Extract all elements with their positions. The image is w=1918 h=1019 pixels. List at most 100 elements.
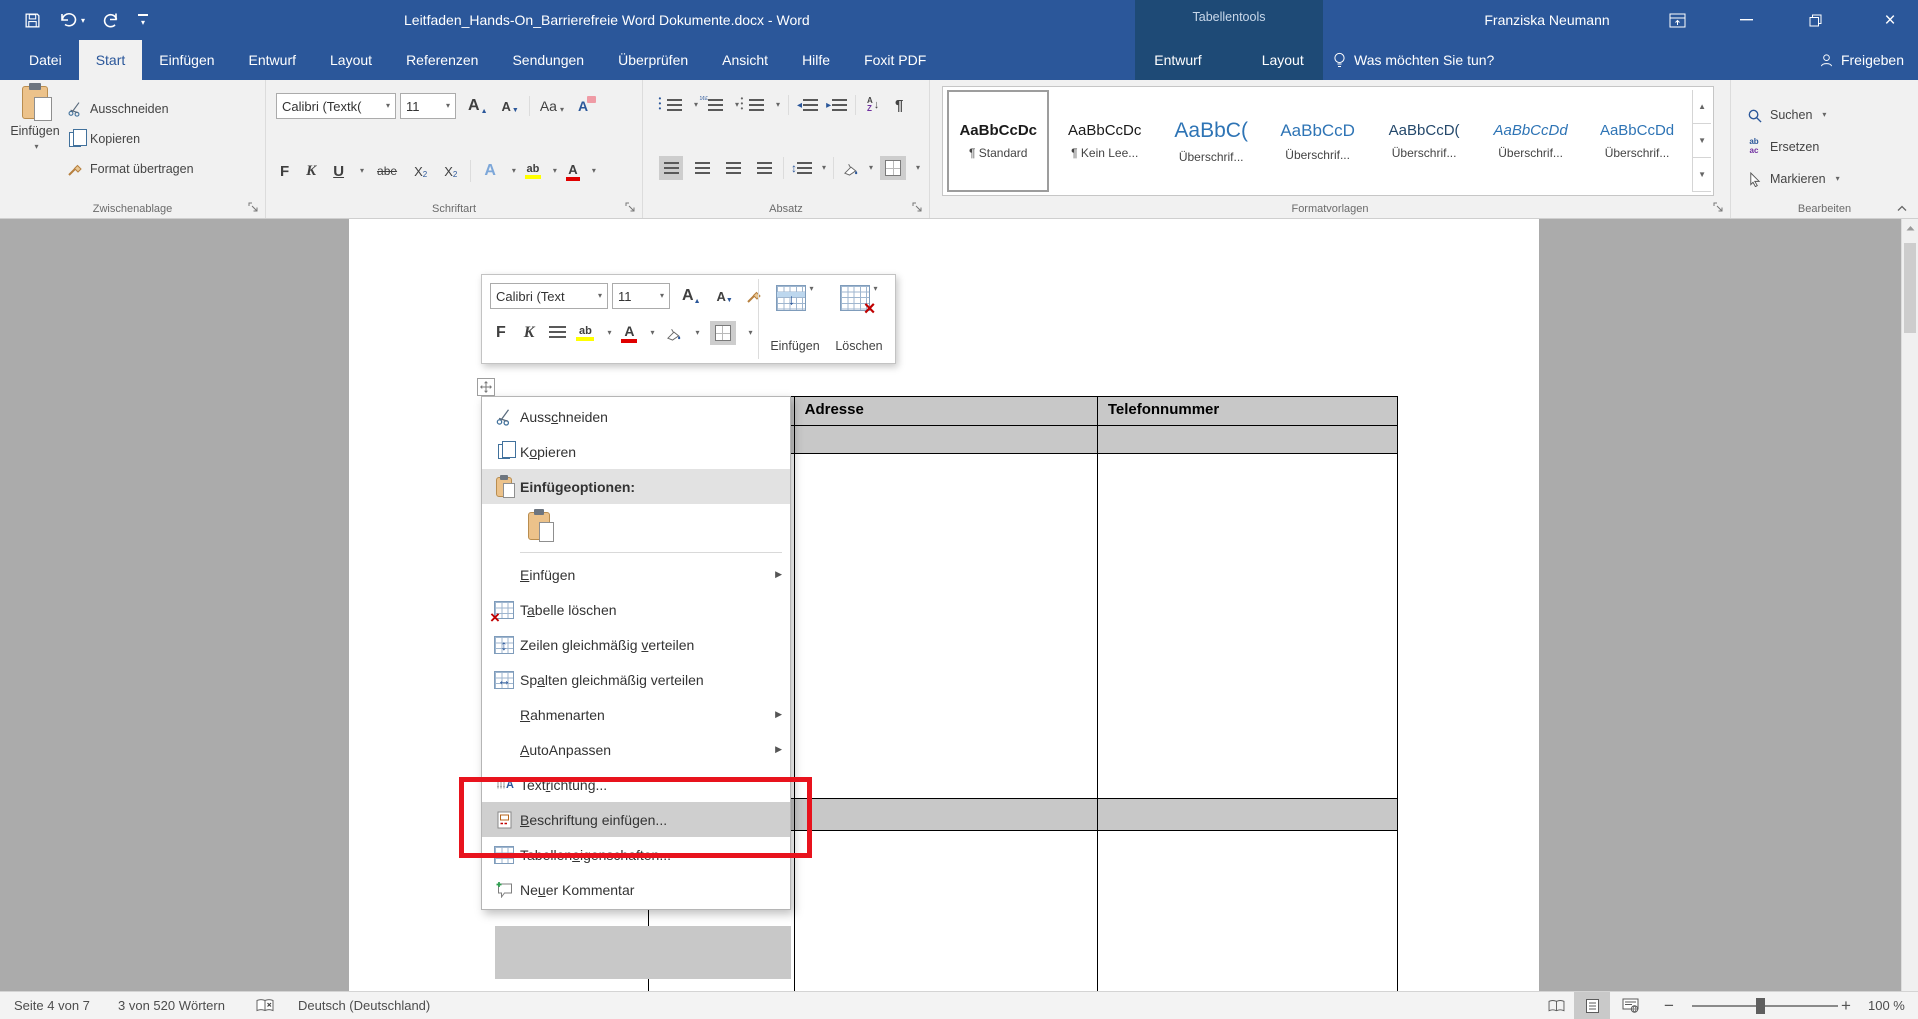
tab-tabellentools-layout[interactable]: Layout [1245,52,1321,68]
print-layout-button[interactable] [1574,992,1610,1019]
line-spacing-button[interactable]: ↕ [791,159,812,177]
menu-item-ausschneiden[interactable]: Ausschneiden [482,399,790,434]
table-cell[interactable] [795,831,1098,991]
zwischenablage-dialog-launcher[interactable] [247,201,260,214]
format-painter-button[interactable]: Format übertragen [66,160,194,178]
highlight-color-button[interactable]: ab [525,163,541,179]
style-ueberschrift-3[interactable]: AaBbCcD( Überschrif... [1373,90,1475,192]
mini-bold-button[interactable]: F [492,322,510,344]
style-ueberschrift-1[interactable]: AaBbC( Überschrif... [1160,90,1262,192]
menu-item-textrichtung[interactable]: A Textrichtung... [482,767,790,802]
table-cell[interactable] [1098,799,1397,831]
ribbon-display-options-button[interactable] [1655,0,1699,40]
copy-button[interactable]: Kopieren [66,130,194,148]
menu-item-tabelleneigenschaften[interactable]: Tabelleneigenschaften... [482,837,790,872]
tab-ueberpruefen[interactable]: Überprüfen [601,40,705,80]
zoom-in-button[interactable]: + [1841,992,1851,1019]
customize-qat-button[interactable]: ▾ [138,14,148,27]
schriftart-dialog-launcher[interactable] [624,201,637,214]
share-button[interactable]: Freigeben [1819,40,1904,80]
undo-dropdown-icon[interactable]: ▾ [81,16,85,25]
align-right-button[interactable] [721,156,745,180]
select-button[interactable]: Markieren▾ [1745,170,1840,188]
menu-item-zeilen-verteilen[interactable]: ↕ Zeilen gleichmäßig verteilen [482,627,790,662]
clear-formatting-button[interactable]: A [574,96,592,116]
menu-item-rahmenarten[interactable]: Rahmenarten ▶ [482,697,790,732]
undo-button[interactable]: ▾ [59,12,85,28]
zoom-out-button[interactable]: − [1664,992,1674,1019]
mini-shrink-font-button[interactable]: A▼ [713,287,737,306]
increase-indent-icon[interactable]: ▸ [826,96,847,114]
style-kein-leerraum[interactable]: AaBbCcDc ¶ Kein Lee... [1053,90,1155,192]
tab-foxit-pdf[interactable]: Foxit PDF [847,40,943,80]
table-cell[interactable] [795,799,1098,831]
align-left-button[interactable] [659,156,683,180]
tab-ansicht[interactable]: Ansicht [705,40,785,80]
zoom-level[interactable]: 100 % [1868,992,1905,1019]
multilevel-list-icon[interactable] [747,96,765,114]
collapse-ribbon-icon[interactable] [1896,204,1908,212]
paste-option-button[interactable] [520,506,558,546]
underline-button[interactable]: U [329,161,348,182]
change-case-button[interactable]: Aa▾ [536,96,568,116]
sort-icon[interactable]: AZ ↓ [864,96,882,114]
mini-highlight-button[interactable]: ab [576,325,594,341]
font-size-select[interactable]: 11▾ [400,93,456,119]
mini-insert-table-button[interactable]: ↓ ▾ Einfügen [766,282,824,356]
minimize-button[interactable] [1724,0,1768,40]
scroll-up-icon[interactable] [1906,225,1915,231]
cut-button[interactable]: Ausschneiden [66,100,194,118]
zoom-slider-thumb[interactable] [1756,998,1765,1014]
menu-item-einfuegeoptionen[interactable]: Einfügeoptionen: [482,469,790,504]
tab-tabellentools-entwurf[interactable]: Entwurf [1137,52,1218,68]
redo-button[interactable] [103,12,120,29]
account-name[interactable]: Franziska Neumann [1452,0,1642,40]
styles-scroll-up-icon[interactable]: ▲ [1693,90,1711,124]
table-move-handle[interactable] [477,378,495,396]
tab-referenzen[interactable]: Referenzen [389,40,495,80]
table-header-telefonnummer[interactable]: Telefonnummer [1098,397,1397,426]
save-icon[interactable] [24,12,41,29]
underline-dropdown-icon[interactable]: ▾ [360,167,364,175]
tab-entwurf[interactable]: Entwurf [232,40,313,80]
web-layout-button[interactable] [1612,992,1648,1019]
restore-button[interactable] [1793,0,1837,40]
menu-item-spalten-verteilen[interactable]: ↔ Spalten gleichmäßig verteilen [482,662,790,697]
tell-me-box[interactable]: Was möchten Sie tun? [1333,40,1494,80]
tab-datei[interactable]: Datei [12,40,79,80]
language-indicator[interactable]: Deutsch (Deutschland) [298,992,430,1019]
bold-button[interactable]: F [276,161,293,182]
formatvorlagen-dialog-launcher[interactable] [1712,201,1725,214]
italic-button[interactable]: K [302,161,320,182]
absatz-dialog-launcher[interactable] [911,201,924,214]
page-indicator[interactable]: Seite 4 von 7 [14,992,90,1019]
zoom-slider-track[interactable] [1692,1005,1838,1007]
align-center-button[interactable] [690,156,714,180]
font-name-select[interactable]: Calibri (Textk(▾ [276,93,396,119]
mini-font-size-select[interactable]: 11▾ [612,283,670,309]
mini-borders-button[interactable] [710,321,736,345]
proofing-status-icon[interactable] [256,992,274,1019]
menu-item-beschriftung-einfuegen[interactable]: Beschriftung einfügen... [482,802,790,837]
menu-item-neuer-kommentar[interactable]: Neuer Kommentar [482,872,790,907]
menu-item-kopieren[interactable]: Kopieren [482,434,790,469]
mini-justify-icon[interactable] [548,324,566,342]
menu-item-tabelle-loeschen[interactable]: × Tabelle löschen [482,592,790,627]
show-paragraph-marks-icon[interactable]: ¶ [890,96,908,114]
table-cell[interactable] [1098,426,1397,454]
numbered-list-icon[interactable] [706,96,724,114]
superscript-button[interactable]: X2 [440,162,461,181]
scrollbar-thumb[interactable] [1904,243,1916,333]
tab-start[interactable]: Start [79,40,143,80]
styles-more-icon[interactable]: ▼ [1693,158,1711,192]
font-color-button[interactable]: A [566,162,580,181]
bullet-list-icon[interactable] [665,96,683,114]
text-effects-button[interactable]: A [480,160,500,182]
paste-button[interactable]: Einfügen ▾ [8,86,62,151]
styles-scroll-down-icon[interactable]: ▼ [1693,124,1711,158]
tab-layout[interactable]: Layout [313,40,389,80]
table-cell[interactable] [1098,454,1397,799]
vertical-scrollbar[interactable] [1901,219,1918,991]
mini-format-painter-icon[interactable] [745,287,763,305]
borders-button[interactable] [880,156,906,180]
